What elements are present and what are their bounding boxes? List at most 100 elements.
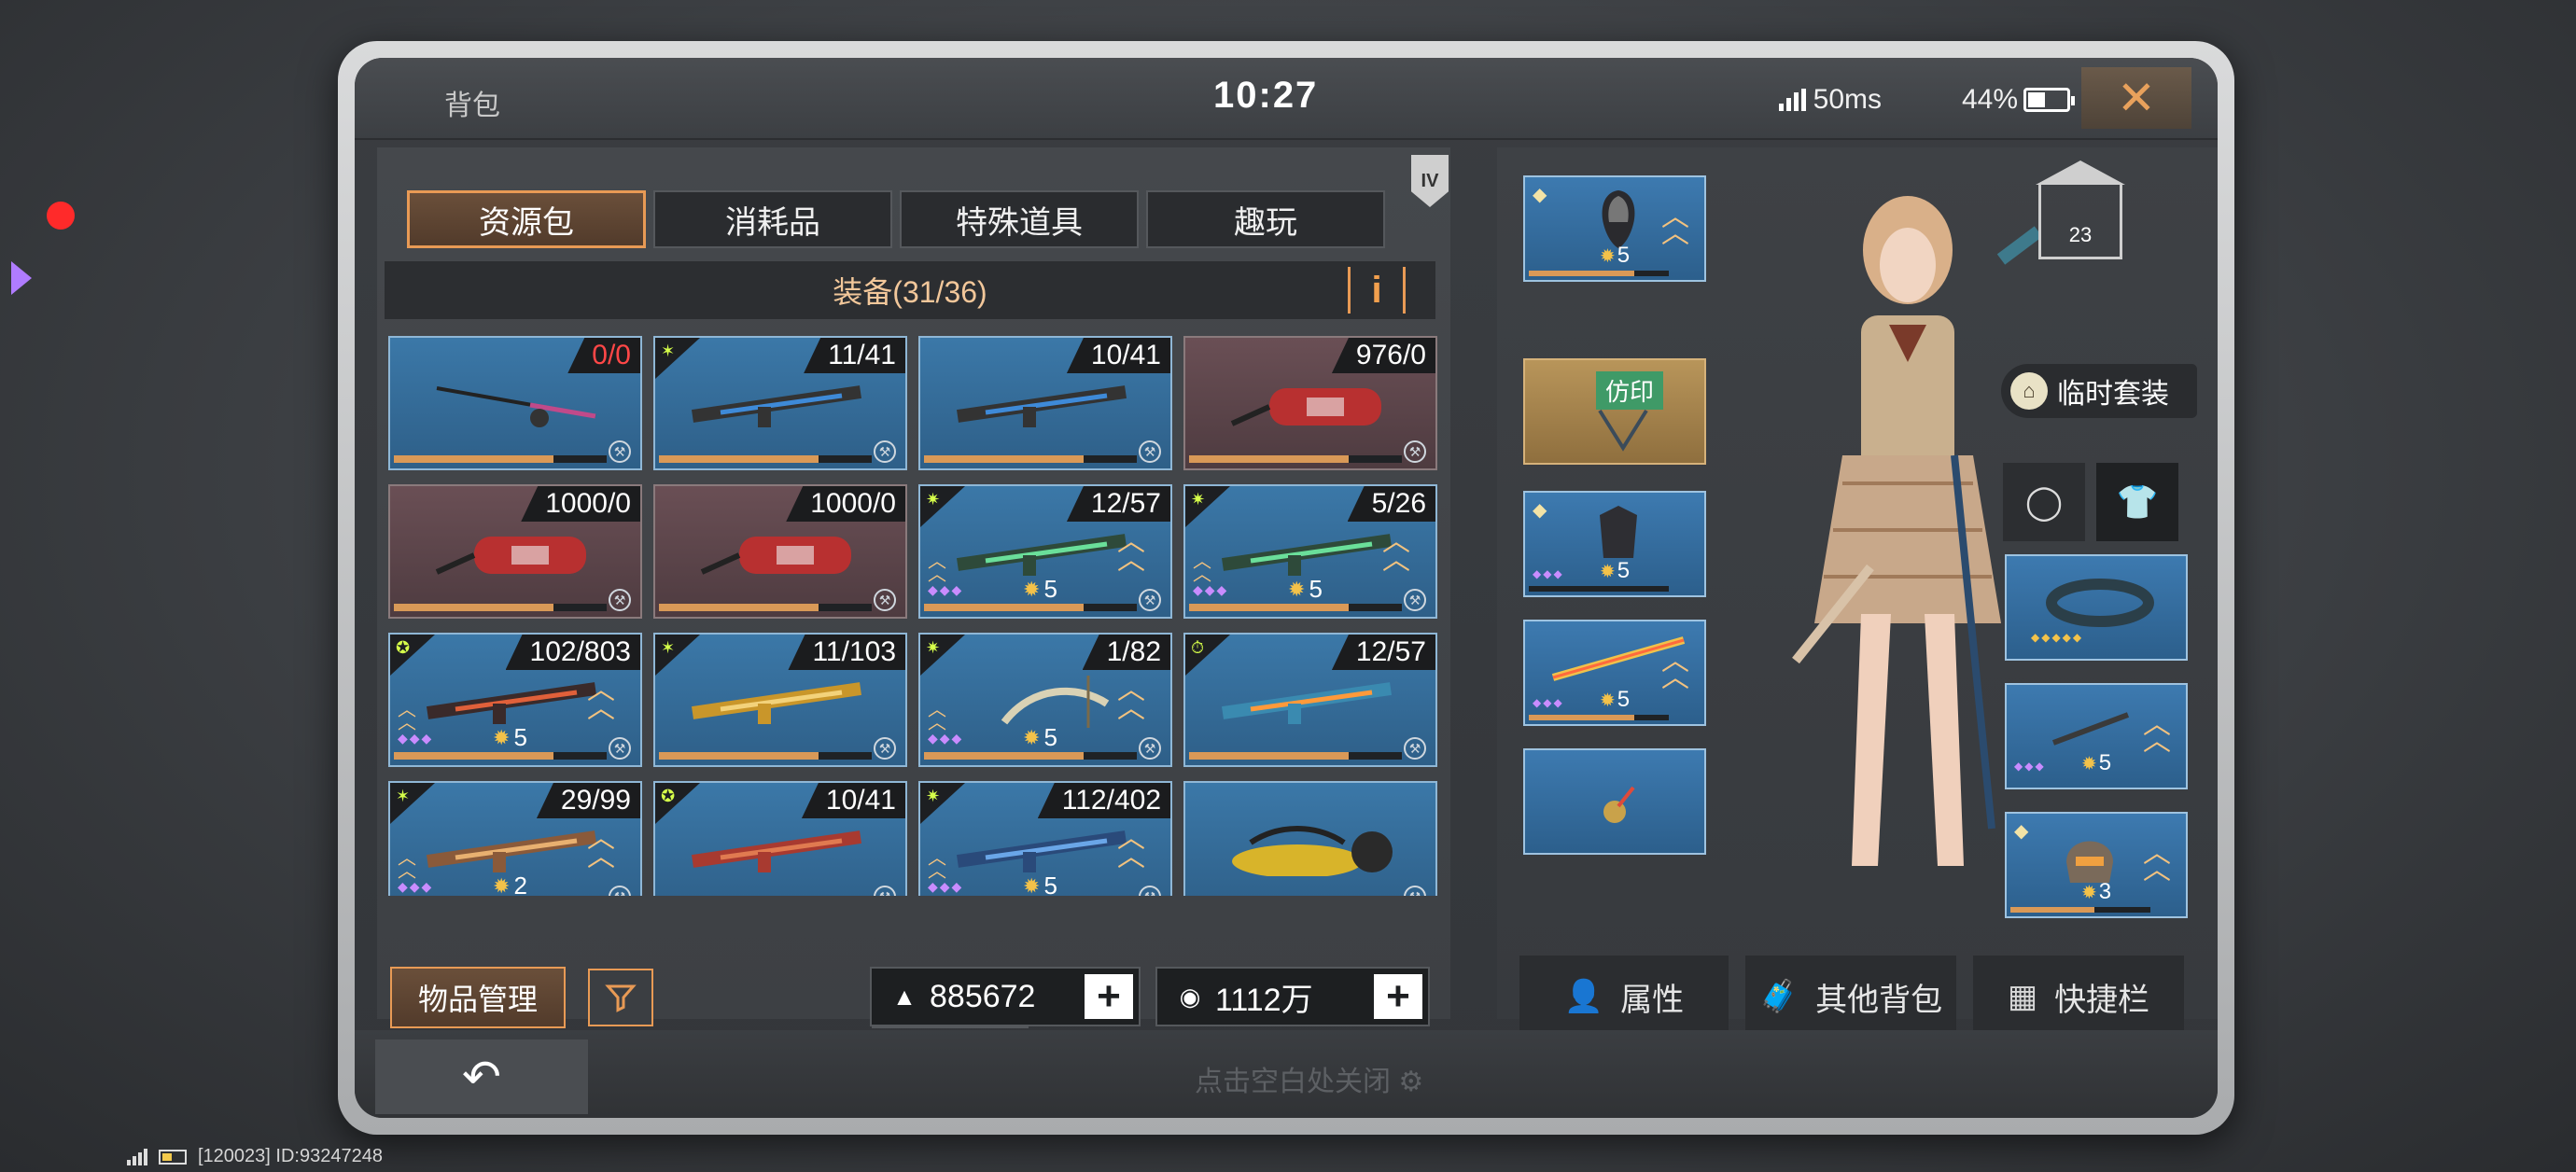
back-button[interactable]: ↶ <box>375 1039 588 1114</box>
repair-icon[interactable]: ⚒ <box>874 589 896 611</box>
item-level: ✹ 5 <box>493 723 527 751</box>
item-level: ✹ 2 <box>493 872 527 896</box>
shortcut-bar-button[interactable]: ▦ 快捷栏 <box>1973 956 2184 1038</box>
inventory-item[interactable]: ✶ 11/103 ⚒ <box>653 633 907 767</box>
item-count: 976/0 <box>1331 338 1435 373</box>
filter-icon[interactable] <box>588 969 653 1026</box>
character-level: 23 <box>2068 223 2093 246</box>
durability-bar <box>924 752 1137 760</box>
repair-icon[interactable]: ⚒ <box>1139 589 1161 611</box>
attributes-label: 属性 <box>1620 982 1685 1018</box>
temp-outfit-button[interactable]: ⌂ 临时套装 <box>2001 364 2197 418</box>
slot-level: ✹5 <box>2081 750 2112 775</box>
close-hint-text: 点击空白处关闭 <box>1195 1067 1391 1097</box>
tab-special-items[interactable]: 特殊道具 <box>900 190 1139 248</box>
flame-gun-icon <box>1221 682 1393 724</box>
inventory-item[interactable]: 976/0 ⚒ <box>1183 336 1437 470</box>
inventory-item[interactable]: ✷ 12/57 ︿ ︿ ✹ 5 ◆◆◆ ︿ ︿ ⚒ <box>918 484 1172 619</box>
weapon-slot[interactable]: ◆◆◆ ✹5 ︿ ︿ <box>1523 620 1706 726</box>
repair-icon[interactable]: ⚒ <box>1139 440 1161 463</box>
bag-icon: 🧳 <box>1758 979 1799 1014</box>
character-level-badge[interactable]: 23 <box>2036 160 2125 259</box>
close-button[interactable]: ✕ <box>2081 67 2191 129</box>
accessory-slot[interactable]: ◆◆◆ ✹5 ︿ ︿ <box>2005 683 2188 789</box>
grid-gear-icon: ▦ <box>2007 979 2038 1014</box>
slot-progress <box>1529 586 1669 592</box>
repair-icon[interactable]: ⚒ <box>609 737 631 760</box>
repair-icon[interactable]: ⚒ <box>1139 886 1161 896</box>
durability-bar <box>394 455 607 463</box>
add-ingot-button[interactable]: + <box>1085 973 1133 1019</box>
mini-slot[interactable] <box>1523 748 1706 855</box>
inventory-item[interactable]: ✷ 1/82 ︿ ︿ ✹ 5 ◆◆◆ ︿ ︿ ⚒ <box>918 633 1172 767</box>
repair-icon[interactable]: ⚒ <box>609 589 631 611</box>
inventory-item[interactable]: 10/41 ⚒ <box>918 336 1172 470</box>
tab-consumables[interactable]: 消耗品 <box>653 190 892 248</box>
inventory-item[interactable]: ⚒ <box>1183 781 1437 896</box>
repair-icon[interactable]: ⚒ <box>874 737 896 760</box>
gold-pistols-icon <box>691 682 862 724</box>
attributes-button[interactable]: 👤 属性 <box>1519 956 1729 1038</box>
repair-icon[interactable]: ⚒ <box>609 886 631 896</box>
durability-bar <box>394 752 607 760</box>
inventory-item[interactable]: ✶29/99︿︿✹2◆◆◆︿︿⚒ <box>388 781 642 896</box>
rarity-dots: ◆◆◆ <box>1533 696 1564 709</box>
durability-bar <box>394 604 607 611</box>
tab-fun[interactable]: 趣玩 <box>1146 190 1385 248</box>
slot-progress <box>2010 907 2150 913</box>
ping-value: 50ms <box>1813 84 1882 115</box>
signal-icon <box>127 1148 147 1165</box>
shirt-toggle-icon[interactable]: 👕 <box>2096 463 2178 541</box>
gem-icon: ◆ <box>2014 821 2029 842</box>
close-hint[interactable]: 点击空白处关闭 ⚙ <box>1195 1058 1423 1099</box>
other-bags-button[interactable]: 🧳 其他背包 <box>1745 956 1956 1038</box>
inventory-item[interactable]: ✶ 11/41 ⚒ <box>653 336 907 470</box>
helmet-slot[interactable]: ◆ ✹3 ︿ ︿ <box>2005 812 2188 918</box>
page-title: 背包 <box>444 91 500 121</box>
item-level: ✹ 5 <box>1023 575 1057 603</box>
trinket-icon <box>1603 786 1635 823</box>
player-id: [120023] ID:93247248 <box>198 1146 383 1166</box>
inventory-item[interactable]: 1000/0 ⚒ <box>388 484 642 619</box>
repair-icon[interactable]: ⚒ <box>1404 440 1426 463</box>
rarity-dots: ◆◆◆◆◆ <box>2031 631 2084 644</box>
armor-slot[interactable]: ◆ ◆◆◆ ✹5 <box>1523 491 1706 597</box>
repair-icon[interactable]: ⚒ <box>874 440 896 463</box>
side-drawer-arrow-icon[interactable] <box>11 261 32 295</box>
head-slot[interactable]: ◆ ✹5 ︿ ︿ <box>1523 175 1706 282</box>
item-manage-button[interactable]: 物品管理 <box>390 967 566 1028</box>
repair-icon[interactable]: ⚒ <box>1139 737 1161 760</box>
inventory-item[interactable]: 0/0 ⚒ <box>388 336 642 470</box>
repair-icon[interactable]: ⚒ <box>1404 886 1426 896</box>
inventory-item[interactable]: ✷112/402︿︿✹5◆◆◆︿︿⚒ <box>918 781 1172 896</box>
info-icon[interactable]: i <box>1348 267 1406 314</box>
repair-icon[interactable]: ⚒ <box>874 886 896 896</box>
inventory-item[interactable]: ✪ 102/803 ︿ ︿ ✹ 5 ◆◆◆ ︿ ︿ ⚒ <box>388 633 642 767</box>
clock: 10:27 <box>1213 75 1319 116</box>
ring-toggle-icon[interactable]: ◯ <box>2003 463 2085 541</box>
slot-level: ✹5 <box>1600 243 1631 268</box>
ring-slot[interactable]: ◆◆◆◆◆ <box>2005 554 2188 661</box>
inventory-item[interactable]: ⏱ 12/57 ⚒ <box>1183 633 1437 767</box>
device-footer: [120023] ID:93247248 <box>127 1146 383 1167</box>
inventory-item[interactable]: ✪ 10/41 ⚒ <box>653 781 907 896</box>
item-count: 12/57 <box>1331 635 1435 670</box>
rarity-timer-icon: ⏱ <box>1185 635 1230 676</box>
shortcut-bar-label: 快捷栏 <box>2054 982 2150 1018</box>
inventory-item[interactable]: ✷ 5/26 ︿ ︿ ✹ 5 ◆◆◆ ︿ ︿ ⚒ <box>1183 484 1437 619</box>
rank-chevron-icon: ︿ ︿ <box>398 848 416 882</box>
imprint-slot[interactable]: 仿印 <box>1523 358 1706 465</box>
repair-icon[interactable]: ⚒ <box>609 440 631 463</box>
durability-bar <box>1189 455 1402 463</box>
status-bar: 背包 10:27 50ms 44% ✕ <box>355 58 2218 140</box>
gear-icon: ⚙ <box>1398 1067 1424 1097</box>
upgrade-chevron-icon: ︿ ︿ <box>1661 202 1689 249</box>
add-coin-button[interactable]: + <box>1374 973 1422 1019</box>
rank-chevron-icon: ︿ ︿ <box>928 551 946 585</box>
inventory-item[interactable]: 1000/0 ⚒ <box>653 484 907 619</box>
equipment-header: 装备(31/36) i <box>385 261 1435 319</box>
tab-resource-pack[interactable]: 资源包 <box>407 190 646 248</box>
repair-icon[interactable]: ⚒ <box>1404 589 1426 611</box>
item-count: 12/57 <box>1066 486 1170 522</box>
repair-icon[interactable]: ⚒ <box>1404 737 1426 760</box>
